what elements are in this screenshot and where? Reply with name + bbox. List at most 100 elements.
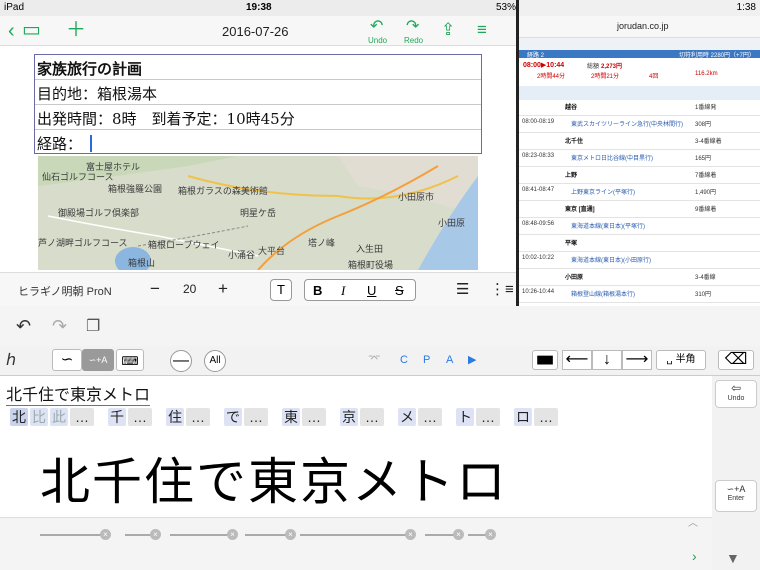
station-name[interactable]: 東武スカイツリーライン急行(中央林間行) (571, 119, 683, 128)
add-icon[interactable]: ＋ (66, 20, 86, 40)
all-button[interactable]: All (204, 350, 226, 372)
stroke-slot (170, 534, 232, 536)
handwriting-canvas[interactable]: 北千住で東京メトロ (0, 428, 712, 518)
candidate-char[interactable]: で (224, 408, 242, 426)
mode-a[interactable]: A (446, 354, 453, 366)
candidate-char[interactable]: 千 (108, 408, 126, 426)
text-cursor (90, 135, 92, 152)
copy-icon[interactable]: ❐ (86, 316, 100, 336)
hankaku-button[interactable]: ␣ 半角 (656, 350, 706, 370)
remove-slot-icon[interactable]: × (100, 529, 111, 540)
undo-arrow-icon[interactable]: ↶ (16, 316, 31, 337)
side-enter-button[interactable]: ∽+A Enter (715, 480, 757, 512)
candidate-more[interactable]: … (360, 408, 384, 426)
side-undo-button[interactable]: ⇦ Undo (715, 380, 757, 408)
stroke-mode-icon[interactable]: ∽ (52, 349, 82, 371)
candidate-more[interactable]: … (70, 408, 94, 426)
next-chevron-icon[interactable]: › (692, 548, 697, 564)
font-name[interactable]: ヒラギノ明朝 ProN (18, 283, 112, 299)
candidate-char[interactable]: 京 (340, 408, 358, 426)
note-table[interactable]: 家族旅行の計画 目的地：箱根湯本 出発時間：8時 到着予定：10時45分 経路： (34, 54, 482, 154)
remove-slot-icon[interactable]: × (405, 529, 416, 540)
candidate-char[interactable]: 北 (10, 408, 28, 426)
cursor-left-icon[interactable]: ⟵ (562, 350, 592, 370)
station-name[interactable]: 北千住 (565, 136, 583, 145)
undo-label[interactable]: Undo (368, 36, 387, 45)
share-icon[interactable]: ⇪ (441, 20, 455, 40)
table-row[interactable]: 経路： (37, 133, 82, 154)
station-name[interactable]: 東京 [直通] (565, 204, 595, 213)
route-tab[interactable]: 経路 2 (527, 50, 544, 59)
candidate-more[interactable]: … (534, 408, 558, 426)
table-row[interactable]: 家族旅行の計画 (37, 58, 142, 79)
back-chevron-icon[interactable]: ‹ (8, 21, 15, 41)
remove-slot-icon[interactable]: × (485, 529, 496, 540)
undo-icon[interactable]: ↶ (370, 17, 383, 37)
station-name[interactable]: 平塚 (565, 238, 577, 247)
remove-slot-icon[interactable]: × (150, 529, 161, 540)
table-row[interactable]: 出発時間：8時 到着予定：10時45分 (37, 108, 295, 129)
expand-up-icon[interactable]: ︿ (688, 514, 698, 529)
candidate-more[interactable]: … (302, 408, 326, 426)
candidate-char[interactable]: ト (456, 408, 474, 426)
candidate-more[interactable]: … (418, 408, 442, 426)
remove-slot-icon[interactable]: × (227, 529, 238, 540)
station-name[interactable]: 小田原 (565, 272, 583, 281)
font-size-increase-button[interactable]: + (218, 279, 228, 299)
remove-slot-icon[interactable]: × (453, 529, 464, 540)
keyboard-hide-icon[interactable]: ⌤ (368, 352, 381, 365)
folder-icon[interactable]: ▭ (22, 20, 41, 40)
handwriting-mode-icon[interactable]: ℎ (6, 350, 16, 370)
text-style-button[interactable]: T (270, 279, 292, 301)
font-size-decrease-button[interactable]: − (150, 279, 160, 299)
station-name[interactable]: 箱根登山線(箱根湯本行) (571, 289, 635, 298)
menu-icon[interactable]: ≡ (477, 20, 487, 40)
station-time: 10:02-10:22 (522, 255, 555, 261)
composition-text[interactable]: 北千住で東京メトロ (6, 381, 151, 407)
underline-button[interactable]: U (367, 283, 376, 298)
keyboard-icon[interactable]: ⌨ (116, 349, 144, 371)
play-icon[interactable]: ▶ (468, 353, 476, 366)
candidate-char[interactable]: ロ (514, 408, 532, 426)
keyboard-dismiss-icon[interactable]: ▼ (726, 550, 740, 566)
candidate-more[interactable]: … (476, 408, 500, 426)
candidate-char[interactable]: 住 (166, 408, 184, 426)
candidate-char[interactable]: 此 (50, 408, 68, 426)
candidate-char[interactable]: 東 (282, 408, 300, 426)
backspace-icon[interactable]: ⌫ (718, 350, 754, 370)
candidate-char[interactable]: メ (398, 408, 416, 426)
redo-icon[interactable]: ↷ (406, 17, 419, 37)
convert-mode-icon[interactable]: ∽+A (82, 349, 114, 371)
bold-button[interactable]: B (313, 283, 322, 298)
cursor-right-icon[interactable]: ⟶ (622, 350, 652, 370)
station-note: 165円 (695, 156, 712, 162)
special-keys-icon[interactable]: ▆▆ (532, 350, 558, 370)
candidate-char[interactable]: 比 (30, 408, 48, 426)
table-row[interactable]: 目的地：箱根湯本 (37, 83, 157, 104)
pen-width-icon[interactable]: — (170, 350, 192, 372)
candidate-more[interactable]: … (186, 408, 210, 426)
cursor-down-icon[interactable]: ↓ (592, 350, 622, 370)
station-divider (519, 149, 760, 150)
mode-c[interactable]: C (400, 354, 408, 366)
station-name[interactable]: 上野東京ライン(平塚行) (571, 187, 635, 196)
url-bar[interactable]: jorudan.co.jp (617, 21, 669, 31)
station-name[interactable]: 東海道本線(東日本)(小田原行) (571, 255, 651, 264)
station-name[interactable]: 東海道本線(東日本)(平塚行) (571, 221, 645, 230)
keyboard-side-panel: ⇦ Undo ∽+A Enter ▼ (712, 376, 760, 570)
station-name[interactable]: 越谷 (565, 102, 577, 111)
candidate-more[interactable]: … (244, 408, 268, 426)
summary-transfer: 4回 (649, 74, 659, 80)
bullet-list-icon[interactable]: ⋮≡ (490, 280, 514, 298)
strikethrough-button[interactable]: S (395, 283, 404, 298)
map-image: 富士屋ホテル 仙石ゴルフコース 箱根強羅公園 御殿場ゴルフ倶楽部 箱根ガラスの森… (38, 156, 478, 270)
remove-slot-icon[interactable]: × (285, 529, 296, 540)
redo-label[interactable]: Redo (404, 36, 423, 45)
mode-p[interactable]: P (423, 354, 430, 366)
italic-button[interactable]: I (341, 283, 345, 299)
align-left-icon[interactable]: ☰ (456, 280, 469, 298)
candidate-more[interactable]: … (128, 408, 152, 426)
station-name[interactable]: 東京メトロ日比谷線(中目黒行) (571, 153, 653, 162)
station-name[interactable]: 上野 (565, 170, 577, 179)
redo-arrow-icon[interactable]: ↷ (52, 316, 67, 337)
